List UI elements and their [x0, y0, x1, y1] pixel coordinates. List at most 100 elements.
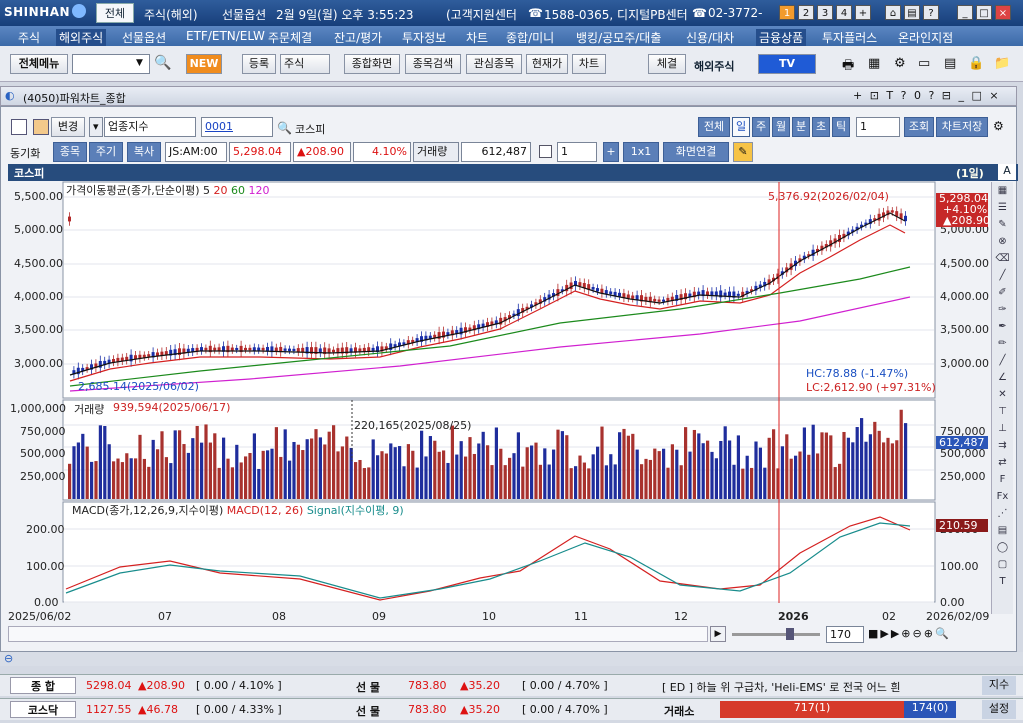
tab-all[interactable]: 전체 — [96, 3, 134, 23]
channel-icon[interactable]: ⇉ — [992, 437, 1013, 454]
angle-icon[interactable]: ∠ — [992, 369, 1013, 386]
screen-1-button[interactable]: 1 — [779, 5, 795, 20]
menu-etf[interactable]: ETF/ETN/ELW — [186, 29, 265, 43]
overview-button[interactable]: 종합화면 — [344, 54, 400, 74]
period-month[interactable]: 월 — [772, 117, 790, 137]
menu-info[interactable]: 투자정보 — [402, 29, 446, 46]
current-price-button[interactable]: 현재가 — [526, 54, 568, 74]
menu-online[interactable]: 온라인지점 — [898, 29, 953, 46]
brush-icon[interactable]: ✑ — [992, 301, 1013, 318]
screen-2-button[interactable]: 2 — [798, 5, 814, 20]
code-input[interactable]: 0001 — [201, 117, 273, 137]
register-button[interactable]: 등록 — [242, 54, 276, 74]
pencil-icon[interactable]: ✎ — [733, 142, 753, 162]
dropdown-icon-2[interactable]: ▾ — [89, 117, 103, 137]
dropdown-icon[interactable]: ▼ — [136, 58, 143, 68]
chart-scroll-track[interactable] — [8, 626, 708, 642]
layout-icon[interactable]: ▤ — [944, 56, 956, 71]
fibo-icon[interactable]: F — [992, 471, 1013, 488]
eraser-icon[interactable]: ⌫ — [992, 250, 1013, 267]
menu-banking[interactable]: 뱅킹/공모주/대출 — [576, 29, 661, 46]
count-select[interactable]: 1 — [557, 142, 597, 162]
tab-futures[interactable]: 선물옵션 — [222, 6, 266, 23]
zoom-controls[interactable]: ■▶▶⊕⊖⊕🔍 — [868, 627, 951, 640]
change-button[interactable]: 변경 — [51, 117, 85, 137]
sync-period-button[interactable]: 주기 — [89, 142, 123, 162]
calculator-icon[interactable]: ▦ — [868, 56, 880, 71]
minimize-icon[interactable]: _ — [957, 5, 973, 20]
ticker-composite-label[interactable]: 종 합 — [10, 677, 76, 694]
settings-icon[interactable]: ⚙ — [894, 56, 906, 71]
period-minute[interactable]: 분 — [792, 117, 810, 137]
search-icon[interactable]: 🔍 — [154, 55, 171, 71]
copy-button[interactable]: 복사 — [127, 142, 161, 162]
query-button[interactable]: 조회 — [904, 117, 934, 137]
menu-credit[interactable]: 신용/대차 — [686, 29, 734, 46]
circle-icon[interactable]: ◯ — [992, 539, 1013, 556]
grid-icon[interactable]: ▤ — [992, 522, 1013, 539]
chart-save-button[interactable]: 차트저장 — [936, 117, 988, 137]
menu-finance[interactable]: 금융상품 — [756, 29, 807, 46]
save-layout-icon[interactable] — [33, 119, 49, 135]
period-all[interactable]: 전체 — [698, 117, 730, 137]
ticker-kosdaq-label[interactable]: 코스닥 — [10, 701, 76, 718]
collapse-icon[interactable]: ⊖ — [4, 652, 13, 665]
foreign-stock-link[interactable]: 해외주식 — [694, 58, 734, 74]
text-icon[interactable]: T — [992, 573, 1013, 590]
print-icon[interactable]: ▤ — [904, 5, 920, 20]
lock-icon[interactable]: 🔒 — [968, 56, 984, 71]
new-button[interactable]: NEW — [186, 54, 222, 74]
marker-icon[interactable]: ✒ — [992, 318, 1013, 335]
rect-icon[interactable]: ▢ — [992, 556, 1013, 573]
search-icon-2[interactable]: 🔍 — [277, 121, 292, 135]
layout-toggle-icon[interactable] — [11, 119, 27, 135]
index-button[interactable]: 지수 — [982, 676, 1016, 695]
menu-stock[interactable]: 주식 — [18, 29, 40, 46]
zoom-count[interactable]: 170 — [826, 626, 864, 643]
screen-3-button[interactable]: 3 — [817, 5, 833, 20]
add-icon[interactable]: + — [603, 142, 619, 162]
chart-button[interactable]: 차트 — [572, 54, 606, 74]
zoom-slider-handle[interactable] — [786, 628, 794, 640]
stock-select[interactable]: 주식 — [280, 54, 330, 74]
menu-overseas[interactable]: 해외주식 — [56, 29, 107, 46]
menu-order[interactable]: 주문체결 — [268, 29, 312, 46]
a-button[interactable]: A — [998, 164, 1016, 180]
fibo2-icon[interactable]: Fx — [992, 488, 1013, 505]
checkbox[interactable] — [539, 145, 552, 158]
screen-4-button[interactable]: 4 — [836, 5, 852, 20]
sync-item-button[interactable]: 종목 — [53, 142, 87, 162]
period-tick[interactable]: 틱 — [832, 117, 850, 137]
all-icon[interactable]: ⊗ — [992, 233, 1013, 250]
ruler-icon[interactable]: ✎ — [992, 216, 1013, 233]
period-week[interactable]: 주 — [752, 117, 770, 137]
screen-link-button[interactable]: 화면연결 — [663, 142, 729, 162]
pen-icon[interactable]: ✐ — [992, 284, 1013, 301]
vline-icon[interactable]: ⊥ — [992, 420, 1013, 437]
folder-icon[interactable]: 📁 — [994, 56, 1010, 71]
add-screen-icon[interactable]: + — [855, 5, 871, 20]
hline-icon[interactable]: ⊤ — [992, 403, 1013, 420]
period-day[interactable]: 일 — [732, 117, 750, 137]
help-icon[interactable]: ? — [923, 5, 939, 20]
tab-overseas[interactable]: 주식(해외) — [144, 6, 198, 23]
menu-mini[interactable]: 종합/미니 — [506, 29, 554, 46]
close-icon[interactable]: × — [995, 5, 1011, 20]
news-ticker[interactable]: [ ED ] 하늘 위 구급차, 'Heli-EMS' 로 전국 어느 흰 — [662, 679, 970, 695]
menu-balance[interactable]: 잔고/평가 — [334, 29, 382, 46]
tv-button[interactable]: TV — [758, 54, 816, 74]
fan-icon[interactable]: ⋰ — [992, 505, 1013, 522]
all-menu-button[interactable]: 전체메뉴 — [10, 54, 68, 74]
scroll-right-icon[interactable]: ▶ — [710, 626, 726, 642]
arrow-icon[interactable]: ⇄ — [992, 454, 1013, 471]
execution-button[interactable]: 체결 — [648, 54, 686, 74]
ticker-futures2-label[interactable]: 선 물 — [336, 703, 400, 719]
watchlist-button[interactable]: 관심종목 — [466, 54, 522, 74]
window-icon[interactable]: ▭ — [918, 56, 930, 71]
menu-plus[interactable]: 투자플러스 — [822, 29, 877, 46]
stock-search-button[interactable]: 종목검색 — [405, 54, 461, 74]
printer-icon[interactable]: 🖶 — [842, 56, 854, 78]
maximize-icon[interactable]: □ — [976, 5, 992, 20]
ticker-futures-label[interactable]: 선 물 — [336, 679, 400, 695]
period-count[interactable]: 1 — [856, 117, 900, 137]
